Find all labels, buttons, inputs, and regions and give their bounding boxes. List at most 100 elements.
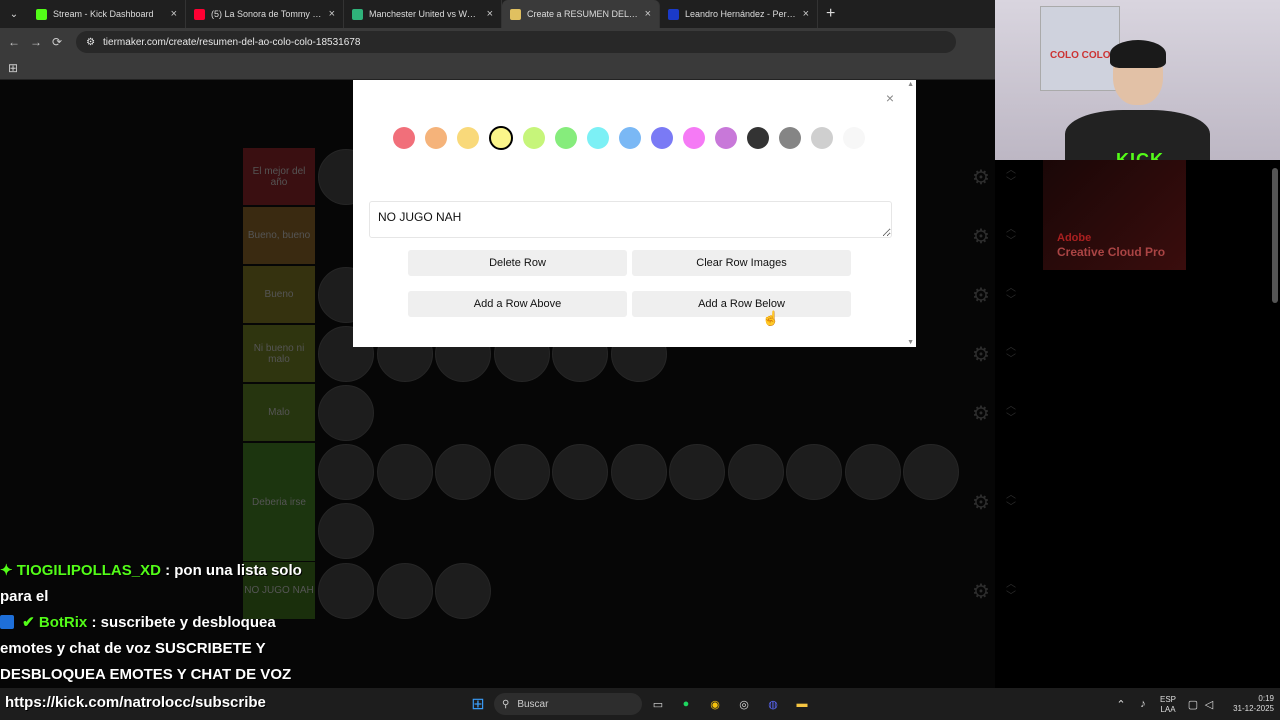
tab-close-icon[interactable]: × bbox=[803, 8, 809, 20]
move-up-icon[interactable]: ︿ bbox=[1006, 165, 1016, 177]
player-image[interactable] bbox=[435, 563, 491, 619]
move-down-icon[interactable]: ﹀ bbox=[1006, 591, 1016, 603]
tier-label[interactable]: Ni bueno ni malo bbox=[243, 325, 315, 382]
tier-label[interactable]: Bueno, bueno bbox=[243, 207, 315, 264]
player-image[interactable] bbox=[376, 563, 433, 619]
tab-search-icon[interactable]: ⌄ bbox=[0, 0, 28, 28]
back-icon[interactable]: ← bbox=[8, 35, 20, 49]
row-settings-gear-icon[interactable]: ⚙ bbox=[972, 165, 990, 190]
player-image[interactable] bbox=[610, 444, 667, 500]
row-settings-gear-icon[interactable]: ⚙ bbox=[972, 401, 990, 426]
move-up-icon[interactable]: ︿ bbox=[1006, 490, 1016, 502]
new-tab-button[interactable]: + bbox=[826, 5, 835, 23]
move-up-icon[interactable]: ︿ bbox=[1006, 401, 1016, 413]
color-swatch[interactable] bbox=[425, 127, 447, 149]
player-image[interactable] bbox=[318, 503, 374, 559]
tab-close-icon[interactable]: × bbox=[329, 8, 335, 20]
tier-label[interactable]: Deberia irse bbox=[243, 443, 315, 561]
address-bar[interactable]: ⚙ tiermaker.com/create/resumen-del-ao-co… bbox=[76, 31, 957, 53]
browser-tab[interactable]: Manchester United vs Wolverha × bbox=[344, 0, 502, 28]
player-image[interactable] bbox=[903, 444, 959, 500]
move-up-icon[interactable]: ︿ bbox=[1006, 224, 1016, 236]
color-swatch[interactable] bbox=[619, 127, 641, 149]
move-down-icon[interactable]: ﹀ bbox=[1006, 177, 1016, 189]
player-image[interactable] bbox=[552, 444, 608, 500]
reload-icon[interactable]: ⟳ bbox=[52, 35, 62, 49]
color-swatch[interactable] bbox=[587, 127, 609, 149]
windows-start-icon[interactable]: ⊞ bbox=[468, 694, 488, 714]
microphone-icon[interactable]: ♪ bbox=[1136, 694, 1150, 714]
row-settings-gear-icon[interactable]: ⚙ bbox=[972, 342, 990, 367]
move-down-icon[interactable]: ﹀ bbox=[1006, 502, 1016, 514]
browser-tab[interactable]: Create a RESUMEN DEL AÑO C × bbox=[502, 0, 660, 28]
color-swatch[interactable] bbox=[843, 127, 865, 149]
site-info-icon[interactable]: ⚙ bbox=[86, 37, 95, 48]
display-icon[interactable]: ▢ bbox=[1186, 694, 1200, 714]
add-row-below-button[interactable]: Add a Row Below bbox=[632, 291, 851, 317]
volume-icon[interactable]: ◁ bbox=[1202, 694, 1216, 714]
player-image[interactable] bbox=[844, 444, 901, 500]
browser-tab[interactable]: Stream - Kick Dashboard × bbox=[28, 0, 186, 28]
discord-icon[interactable]: ◍ bbox=[763, 694, 783, 714]
clear-row-images-button[interactable]: Clear Row Images bbox=[632, 250, 851, 276]
row-settings-gear-icon[interactable]: ⚙ bbox=[972, 224, 990, 249]
player-image[interactable] bbox=[376, 444, 433, 500]
tier-label[interactable]: El mejor del año bbox=[243, 148, 315, 205]
color-swatch[interactable] bbox=[457, 127, 479, 149]
file-explorer-icon[interactable]: ▬ bbox=[792, 694, 812, 714]
move-down-icon[interactable]: ﹀ bbox=[1006, 413, 1016, 425]
player-image[interactable] bbox=[318, 385, 374, 441]
move-down-icon[interactable]: ﹀ bbox=[1006, 295, 1016, 307]
color-swatch[interactable] bbox=[747, 127, 769, 149]
player-image[interactable] bbox=[727, 444, 784, 500]
browser-tab[interactable]: (5) La Sonora de Tommy Rey - L × bbox=[186, 0, 344, 28]
close-icon[interactable]: × bbox=[886, 90, 894, 106]
row-settings-gear-icon[interactable]: ⚙ bbox=[972, 490, 990, 515]
apps-grid-icon[interactable]: ⊞ bbox=[8, 61, 18, 75]
scroll-up-icon[interactable]: ▲ bbox=[907, 81, 914, 88]
color-swatch[interactable] bbox=[523, 127, 545, 149]
tray-chevron-icon[interactable]: ⌃ bbox=[1114, 694, 1128, 714]
player-image[interactable] bbox=[435, 444, 491, 500]
move-down-icon[interactable]: ﹀ bbox=[1006, 236, 1016, 248]
color-swatch[interactable] bbox=[683, 127, 705, 149]
color-swatch[interactable] bbox=[779, 127, 801, 149]
move-down-icon[interactable]: ﹀ bbox=[1006, 354, 1016, 366]
verified-badge-icon: ✔ bbox=[22, 614, 35, 631]
clock[interactable]: 0:19 31-12-2025 bbox=[1222, 694, 1274, 714]
color-swatch[interactable] bbox=[811, 127, 833, 149]
player-image[interactable] bbox=[318, 563, 374, 619]
move-up-icon[interactable]: ︿ bbox=[1006, 342, 1016, 354]
tier-label[interactable]: Malo bbox=[243, 384, 315, 441]
color-swatch[interactable] bbox=[651, 127, 673, 149]
add-row-above-button[interactable]: Add a Row Above bbox=[408, 291, 627, 317]
obs-icon[interactable]: ◎ bbox=[734, 694, 754, 714]
move-up-icon[interactable]: ︿ bbox=[1006, 283, 1016, 295]
page-scrollbar[interactable] bbox=[1272, 168, 1278, 303]
spotify-icon[interactable]: ● bbox=[676, 694, 696, 714]
tab-close-icon[interactable]: × bbox=[645, 8, 651, 20]
task-view-icon[interactable]: ▭ bbox=[648, 694, 668, 714]
forward-icon[interactable]: → bbox=[30, 35, 42, 49]
player-image[interactable] bbox=[493, 444, 550, 500]
row-label-input[interactable] bbox=[369, 201, 892, 238]
color-swatch[interactable] bbox=[555, 127, 577, 149]
delete-row-button[interactable]: Delete Row bbox=[408, 250, 627, 276]
scroll-down-icon[interactable]: ▼ bbox=[907, 339, 914, 346]
tab-close-icon[interactable]: × bbox=[487, 8, 493, 20]
browser-tab[interactable]: Leandro Hernández - Perfil del × bbox=[660, 0, 818, 28]
color-swatch[interactable] bbox=[715, 127, 737, 149]
tier-label[interactable]: Bueno bbox=[243, 266, 315, 323]
taskbar-search[interactable]: ⚲ Buscar bbox=[494, 693, 642, 715]
tab-close-icon[interactable]: × bbox=[171, 8, 177, 20]
move-up-icon[interactable]: ︿ bbox=[1006, 579, 1016, 591]
player-image[interactable] bbox=[786, 444, 842, 500]
row-settings-gear-icon[interactable]: ⚙ bbox=[972, 579, 990, 604]
color-swatch[interactable] bbox=[393, 127, 415, 149]
language-indicator[interactable]: ESP LAA bbox=[1158, 695, 1178, 715]
color-swatch[interactable] bbox=[489, 126, 513, 150]
player-image[interactable] bbox=[669, 444, 725, 500]
player-image[interactable] bbox=[318, 444, 374, 500]
row-settings-gear-icon[interactable]: ⚙ bbox=[972, 283, 990, 308]
chrome-icon[interactable]: ◉ bbox=[705, 694, 725, 714]
